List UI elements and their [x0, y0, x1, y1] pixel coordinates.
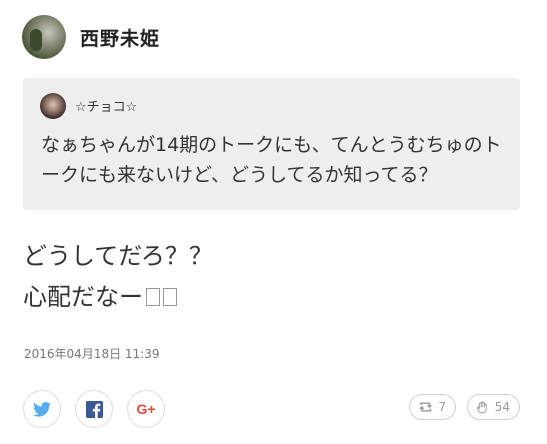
quoted-message-text: なぁちゃんが14期のトークにも、てんとうむちゅのトークにも来ないけど、どうしてる… [41, 134, 502, 186]
author-avatar[interactable] [22, 15, 66, 59]
twitter-icon [33, 401, 51, 417]
retweet-count: 7 [438, 400, 446, 414]
googleplus-icon: G+ [136, 401, 156, 417]
author-name[interactable]: 西野未姫 [80, 24, 160, 51]
retweet-count-button[interactable]: 7 [409, 394, 456, 420]
like-count-button[interactable]: 54 [467, 394, 520, 420]
retweet-icon [419, 402, 432, 412]
facebook-icon [85, 400, 103, 418]
post-body: どうしてだろ？？ 心配だなー [23, 236, 523, 318]
like-count: 54 [494, 400, 510, 414]
post-header: 西野未姫 [22, 14, 160, 60]
quoted-author-avatar [40, 93, 66, 119]
missing-glyph-icon [163, 288, 177, 306]
googleplus-share-button[interactable]: G+ [127, 390, 165, 428]
post-body-line-2-text: 心配だなー [23, 283, 143, 311]
twitter-share-button[interactable] [23, 390, 61, 428]
post-body-line-1: どうしてだろ？？ [23, 242, 213, 270]
facebook-share-button[interactable] [75, 390, 113, 428]
quoted-author-name: ☆チョコ☆ [75, 100, 138, 115]
post-timestamp: 2016年04月18日 11:39 [24, 347, 160, 361]
missing-glyph-icon [146, 288, 160, 306]
post-body-line-2: 心配だなー [23, 277, 523, 318]
clap-hand-icon [476, 401, 487, 414]
quoted-message: ☆チョコ☆ なぁちゃんが14期のトークにも、てんとうむちゅのトークにも来ないけど… [23, 78, 520, 210]
